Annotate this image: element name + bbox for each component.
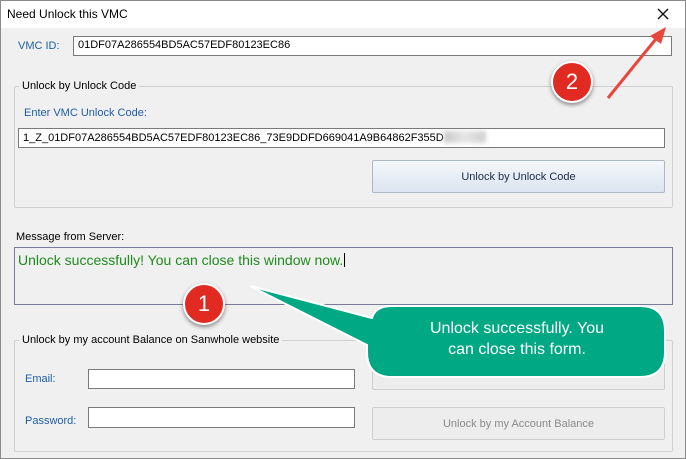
arrow-line	[606, 33, 662, 99]
callout-line-1: Unlock successfully. You	[429, 320, 604, 337]
step-badge-2: 2	[551, 61, 593, 103]
callout-line-2: can close this form.	[448, 341, 586, 358]
callout-text: Unlock successfully. You can close this …	[372, 318, 662, 360]
step-badge-1: 1	[183, 283, 225, 325]
